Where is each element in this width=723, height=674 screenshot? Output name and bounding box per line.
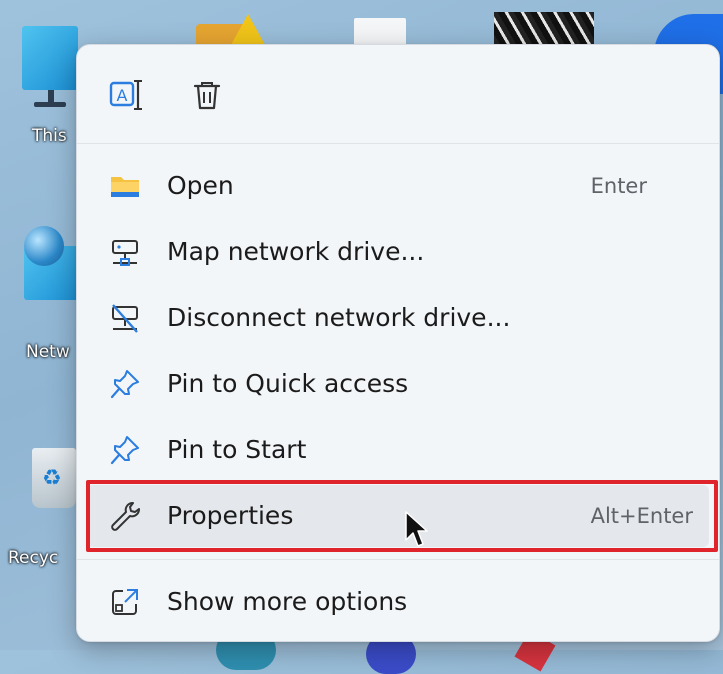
- this-pc-icon[interactable]: [22, 26, 82, 110]
- menu-item-pin-to-start[interactable]: Pin to Start: [87, 419, 709, 481]
- desktop-icon-label: Recyc: [8, 548, 59, 568]
- menu-item-disconnect-network-drive[interactable]: Disconnect network drive...: [87, 287, 709, 349]
- menu-separator: [77, 559, 719, 560]
- svg-text:A: A: [117, 86, 128, 105]
- menu-item-label: Disconnect network drive...: [167, 303, 511, 332]
- menu-separator: [77, 143, 719, 144]
- recycle-bin-icon[interactable]: ♻: [28, 438, 80, 514]
- menu-item-label: Pin to Quick access: [167, 369, 409, 398]
- menu-item-label: Map network drive...: [167, 237, 425, 266]
- menu-item-pin-to-quick-access[interactable]: Pin to Quick access: [87, 353, 709, 415]
- context-menu: A Open Enter Map network drive... Discon…: [76, 44, 720, 642]
- network-icon[interactable]: [24, 226, 84, 306]
- map-network-drive-icon: [109, 236, 141, 268]
- quick-actions-bar: A: [77, 45, 719, 143]
- menu-item-show-more-options[interactable]: Show more options: [87, 571, 709, 633]
- rename-button[interactable]: A: [105, 75, 145, 115]
- menu-item-open[interactable]: Open Enter: [87, 155, 709, 217]
- pin-icon: [109, 368, 141, 400]
- open-external-icon: [109, 586, 141, 618]
- disconnect-network-drive-icon: [109, 302, 141, 334]
- pin-icon: [109, 434, 141, 466]
- highlight-frame: [86, 480, 718, 552]
- menu-item-label: Open: [167, 171, 234, 200]
- menu-item-map-network-drive[interactable]: Map network drive...: [87, 221, 709, 283]
- delete-button[interactable]: [187, 75, 227, 115]
- menu-item-label: Pin to Start: [167, 435, 307, 464]
- menu-item-shortcut: Enter: [590, 174, 647, 198]
- menu-item-label: Show more options: [167, 587, 408, 616]
- mouse-cursor-icon: [405, 511, 428, 547]
- desktop-icon-label: This: [32, 126, 67, 146]
- desktop-icon-label: Netw: [26, 342, 70, 362]
- folder-icon: [109, 170, 141, 202]
- rename-icon: A: [109, 80, 142, 110]
- trash-icon: [193, 82, 221, 110]
